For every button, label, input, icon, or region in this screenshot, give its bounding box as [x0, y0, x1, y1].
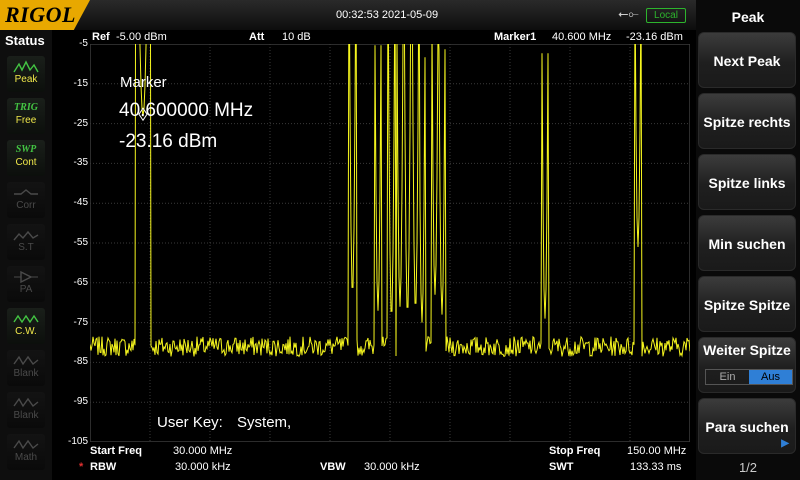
start-freq-value[interactable]: 30.000 MHz: [173, 445, 232, 457]
marker-readout-title: Marker: [120, 74, 167, 91]
spectrum-trace: [90, 44, 690, 358]
peak-peak-button[interactable]: Spitze Spitze: [698, 276, 796, 332]
softkey-menu-title: Peak: [731, 9, 765, 25]
submenu-arrow-icon: ▶: [781, 438, 789, 449]
cw-icon: [13, 314, 39, 324]
logo-text: RIGOL: [5, 2, 76, 27]
y-tick-label: -75: [73, 316, 88, 328]
rigol-logo: RIGOL: [0, 0, 90, 30]
datetime: 00:32:53 2021-05-09: [336, 9, 439, 21]
status-cw[interactable]: C.W.: [7, 308, 45, 344]
start-freq-label: Start Freq: [90, 445, 142, 457]
marker-freq: 40.600 MHz: [552, 31, 612, 43]
page-indicator: 1/2: [738, 460, 758, 475]
peak-icon: [13, 60, 39, 73]
softkey-panel: Peak Next Peak Spitze rechts Spitze link…: [696, 0, 800, 480]
y-tick-label: -85: [73, 356, 88, 368]
user-key-value: System,: [237, 414, 292, 431]
min-search-button[interactable]: Min suchen: [698, 215, 796, 271]
toggle-off-option[interactable]: Aus: [749, 370, 792, 384]
y-tick-label: -45: [73, 197, 88, 209]
continuous-peak-toggle[interactable]: Ein Aus: [705, 369, 793, 385]
status-peak[interactable]: Peak: [7, 56, 45, 92]
next-peak-button[interactable]: Next Peak: [698, 32, 796, 88]
marker-readout-amp: -23.16 dBm: [119, 131, 218, 152]
corr-icon: [14, 189, 38, 195]
swp-tag: SWP: [15, 144, 37, 155]
blank-icon: [13, 355, 39, 366]
swt-value[interactable]: 133.33 ms: [630, 461, 681, 473]
marker-amp: -23.16 dBm: [626, 31, 683, 43]
ref-value[interactable]: -5.00 dBm: [116, 31, 167, 43]
user-key-line: User Key: System,: [157, 414, 291, 431]
trig-tag: TRIG: [14, 102, 38, 113]
y-tick-label: -15: [73, 77, 88, 89]
param-search-button[interactable]: Para suchen ▶: [698, 398, 796, 454]
vbw-label: VBW: [320, 461, 346, 473]
rbw-value[interactable]: 30.000 kHz: [175, 461, 231, 473]
status-pa[interactable]: PA: [7, 266, 45, 302]
att-value[interactable]: 10 dB: [282, 31, 311, 43]
status-blank-2[interactable]: Blank: [7, 392, 45, 428]
continuous-peak-button[interactable]: Weiter Spitze Ein Aus: [698, 337, 796, 393]
status-column: Status Peak TRIG Free SWP Cont Corr S.T …: [0, 30, 52, 480]
vbw-value[interactable]: 30.000 kHz: [364, 461, 420, 473]
peak-left-button[interactable]: Spitze links: [698, 154, 796, 210]
peak-right-button[interactable]: Spitze rechts: [698, 93, 796, 149]
preamp-icon: [14, 270, 38, 284]
status-trigger[interactable]: TRIG Free: [7, 98, 45, 134]
y-tick-label: -105: [67, 436, 88, 447]
y-tick-label: -95: [73, 396, 88, 408]
y-axis: -5 -15 -25 -35 -45 -55 -65 -75 -85 -95 -105: [52, 30, 90, 450]
y-tick-label: -25: [73, 117, 88, 129]
swt-label: SWT: [549, 461, 574, 473]
local-badge[interactable]: Local: [646, 8, 686, 23]
stop-freq-value[interactable]: 150.00 MHz: [627, 445, 686, 457]
y-tick-label: -65: [73, 276, 88, 288]
toggle-on-option[interactable]: Ein: [706, 370, 749, 384]
status-blank-1[interactable]: Blank: [7, 350, 45, 386]
status-corr[interactable]: Corr: [7, 182, 45, 218]
top-bar: RIGOL 00:32:53 2021-05-09 ⭠⟜ Local: [0, 0, 696, 30]
rbw-asterisk: *: [79, 461, 84, 473]
y-tick-label: -35: [73, 157, 88, 169]
stop-freq-label: Stop Freq: [549, 445, 601, 457]
source-tracking-icon: [13, 230, 39, 241]
usb-icon: ⭠⟜: [618, 6, 639, 21]
math-icon: [13, 439, 39, 450]
att-label: Att: [249, 31, 265, 43]
y-tick-label: -5: [79, 38, 88, 49]
status-title: Status: [5, 33, 45, 48]
user-key-label: User Key:: [157, 414, 223, 431]
status-sweep[interactable]: SWP Cont: [7, 140, 45, 176]
blank-icon: [13, 397, 39, 408]
status-st[interactable]: S.T: [7, 224, 45, 260]
status-math[interactable]: Math: [7, 434, 45, 470]
ref-label: Ref: [92, 31, 110, 43]
marker-label: Marker1: [494, 31, 537, 43]
y-tick-label: -55: [73, 237, 88, 248]
marker-readout-freq: 40.600000 MHz: [119, 100, 254, 121]
rbw-label: RBW: [90, 461, 117, 473]
